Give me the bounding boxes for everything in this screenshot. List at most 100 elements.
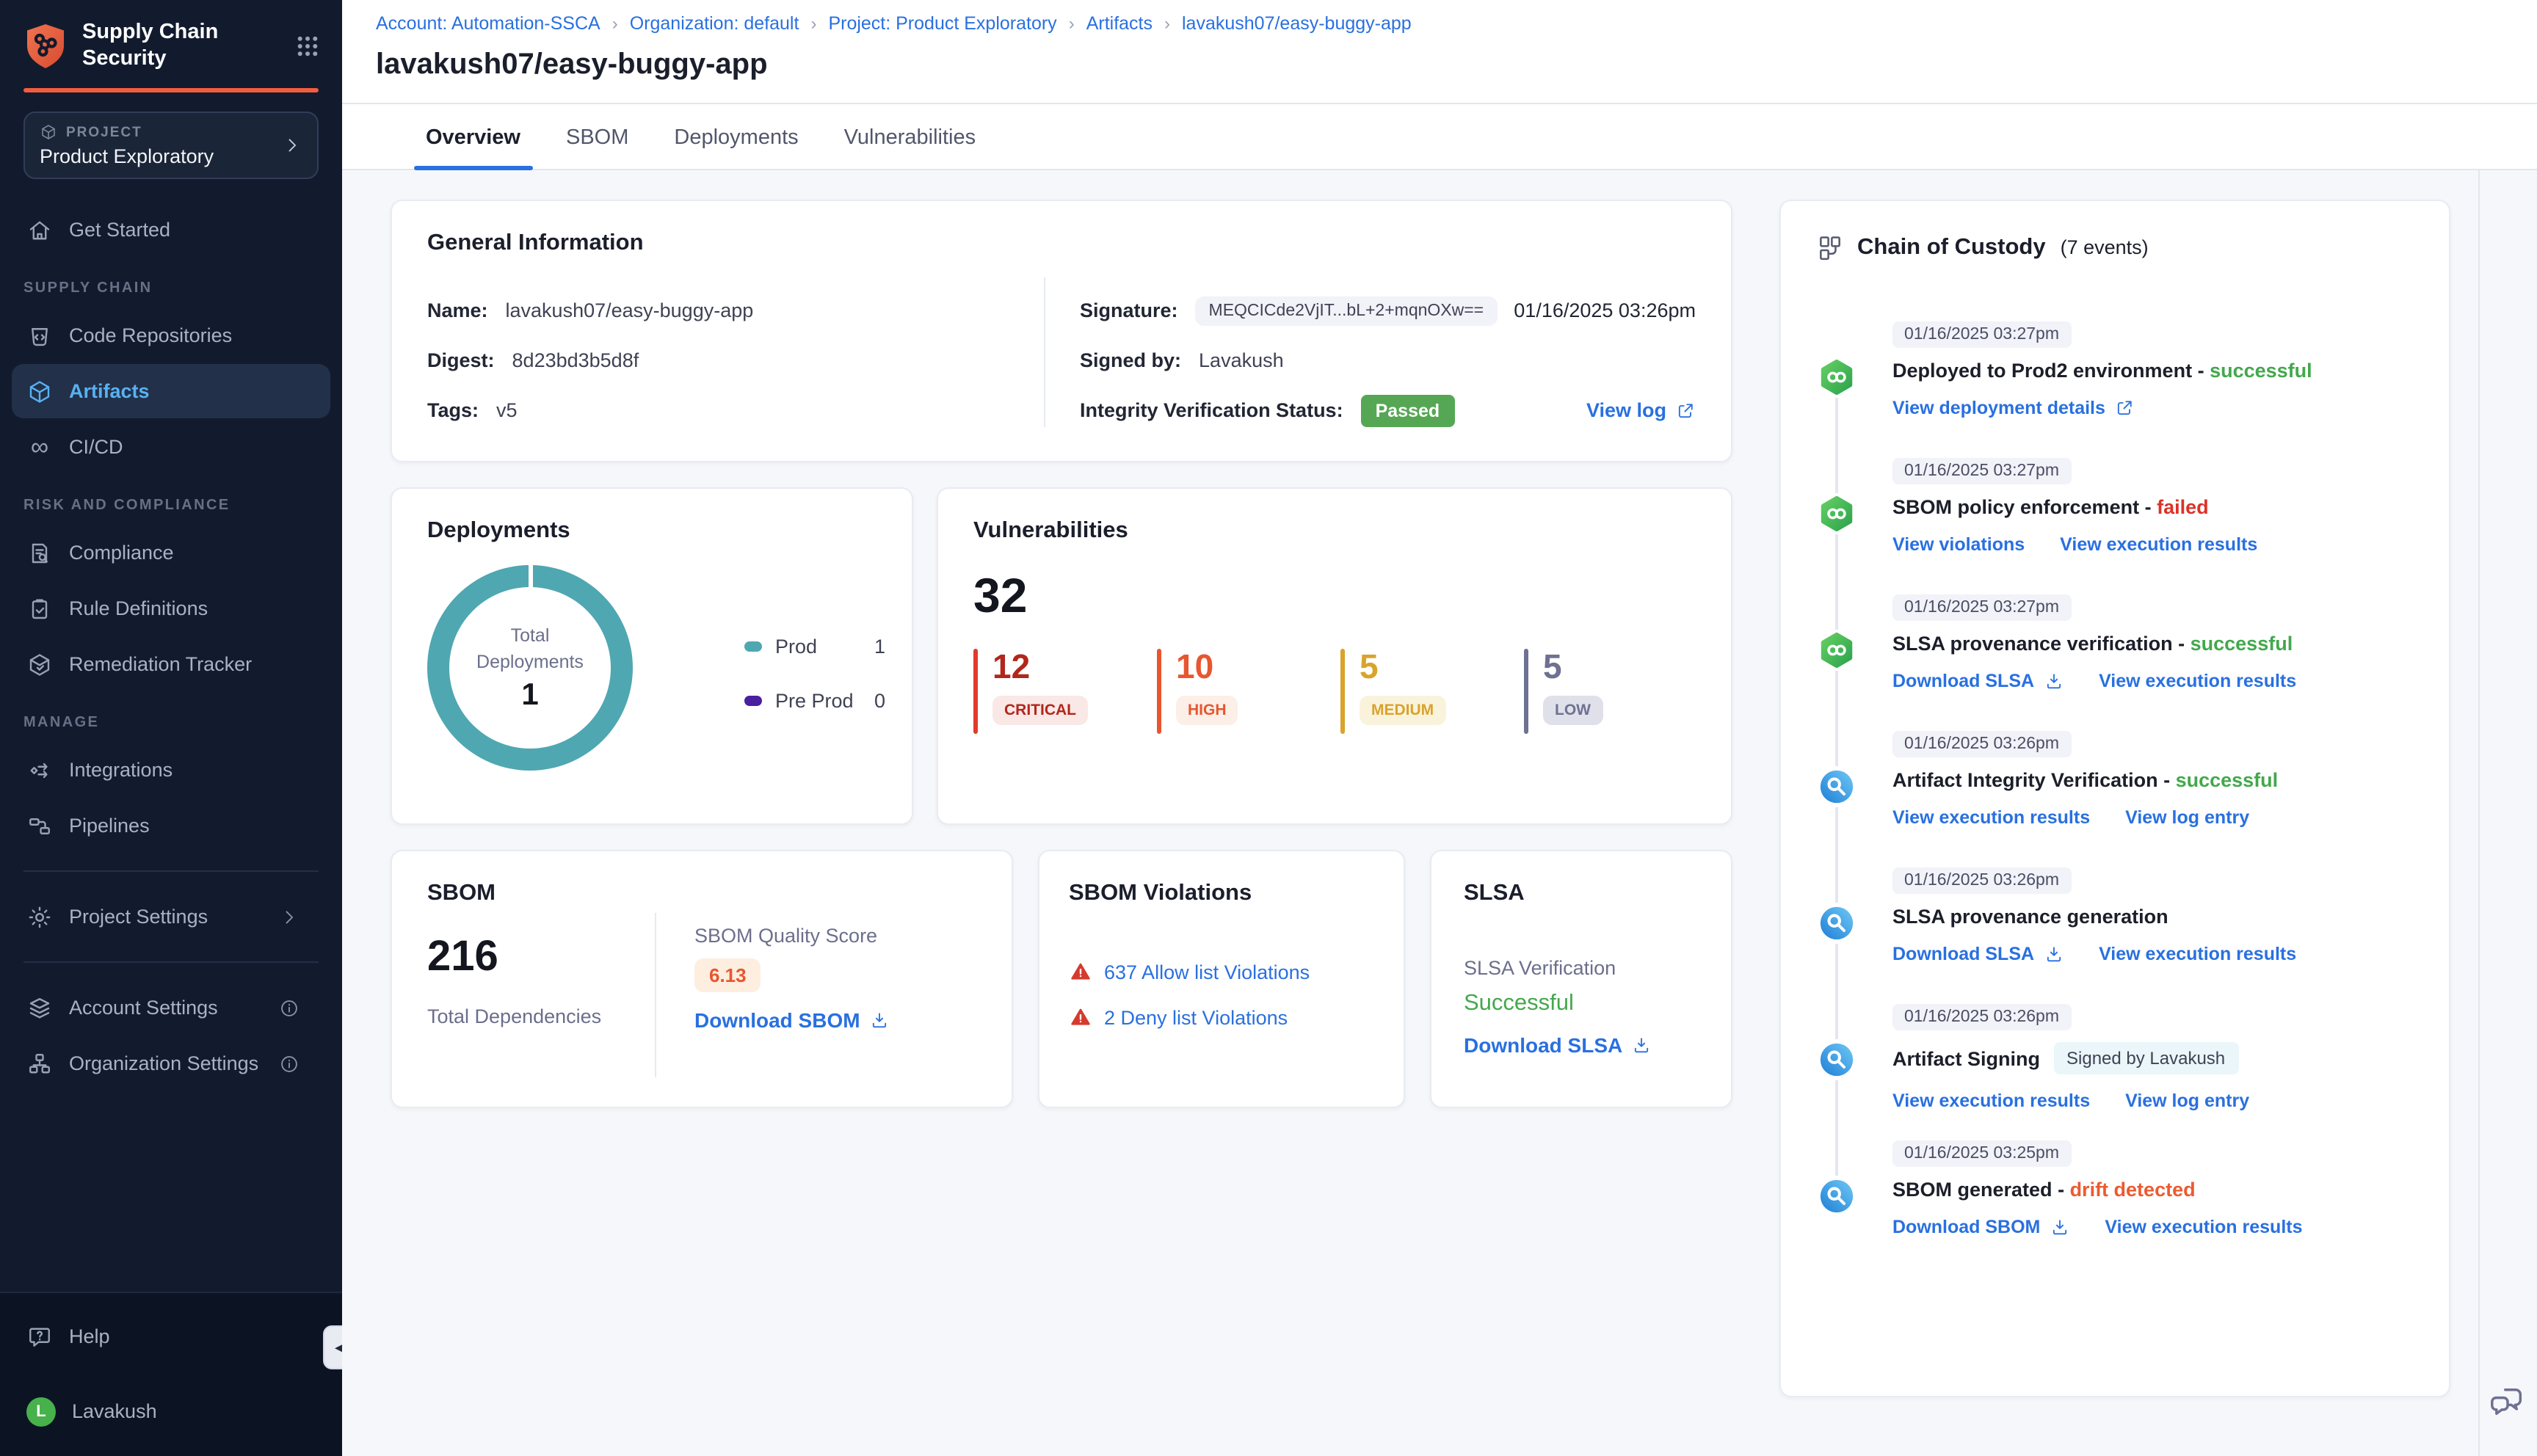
sidebar-item-help[interactable]: Help — [12, 1309, 330, 1364]
event-timestamp: 01/16/2025 03:25pm — [1892, 1140, 2072, 1167]
signed-by-chip: Signed by Lavakush — [2053, 1042, 2239, 1074]
event-title: SBOM policy enforcement — [1892, 496, 2140, 518]
gear-icon — [26, 904, 53, 931]
sidebar-item-code-repositories[interactable]: Code Repositories — [12, 309, 330, 363]
severity-bar — [1157, 649, 1161, 734]
user-menu[interactable]: L Lavakush — [12, 1384, 330, 1438]
breadcrumb-item-0[interactable]: Account: Automation-SSCA — [376, 13, 600, 34]
event-title: Artifact Integrity Verification — [1892, 769, 2158, 791]
sidebar-item-account-settings[interactable]: Account Settings — [12, 981, 330, 1035]
breadcrumb-item-1[interactable]: Organization: default — [630, 13, 799, 34]
cube-icon — [26, 379, 53, 405]
divider — [23, 961, 319, 964]
sidebar-item-rule-definitions[interactable]: Rule Definitions — [12, 582, 330, 636]
event-links: Download SBOM View execution results — [1892, 1217, 2414, 1237]
event-link-view-deployment-details[interactable]: View deployment details — [1892, 398, 2135, 418]
topbar: Account: Automation-SSCA › Organization: d… — [342, 0, 2537, 103]
download-icon — [1631, 1035, 1652, 1055]
signature-value[interactable]: MEQCICde2VjIT...bL+2+mqnOXw== — [1195, 296, 1498, 325]
event-timestamp: 01/16/2025 03:26pm — [1892, 867, 2072, 894]
event-title-row: SLSA provenance verification - successfu… — [1892, 633, 2293, 655]
event-link-view-log-entry[interactable]: View log entry — [2125, 1091, 2249, 1111]
donut-center-label: Total Deployments — [476, 625, 584, 672]
event-link-view-execution-results[interactable]: View execution results — [1892, 807, 2090, 828]
integrity-status-label: Integrity Verification Status: — [1080, 399, 1343, 421]
event-title-row: Artifact Signing Signed by Lavakush — [1892, 1042, 2414, 1074]
slsa-verification-status: Successful — [1464, 991, 1574, 1016]
info-icon — [279, 998, 300, 1019]
severity-high: 10 HIGH — [1157, 649, 1305, 734]
sidebar-item-artifacts[interactable]: Artifacts — [12, 364, 330, 419]
violation-link[interactable]: 2 Deny list Violations — [1104, 1006, 1288, 1028]
event-link-download-sbom[interactable]: Download SBOM — [1892, 1217, 2069, 1237]
violation-row: 637 Allow list Violations — [1069, 960, 1374, 983]
event-link-download-slsa[interactable]: Download SLSA — [1892, 671, 2064, 691]
project-selector[interactable]: PROJECT Product Exploratory — [23, 112, 319, 180]
download-slsa-link[interactable]: Download SLSA — [1464, 1033, 1652, 1057]
sidebar-item-get-started[interactable]: Get Started — [12, 203, 330, 258]
sidebar-item-project-settings[interactable]: Project Settings — [12, 890, 330, 944]
view-log-link[interactable]: View log — [1586, 399, 1696, 421]
download-icon — [869, 1010, 890, 1030]
tab-deployments[interactable]: Deployments — [671, 126, 801, 169]
tab-vulnerabilities[interactable]: Vulnerabilities — [841, 126, 979, 169]
sidebar-item-remediation-tracker[interactable]: Remediation Tracker — [12, 638, 330, 692]
tab-overview[interactable]: Overview — [414, 126, 531, 170]
sidebar-item-organization-settings[interactable]: Organization Settings — [12, 1037, 330, 1091]
sidebar-item-label: Get Started — [69, 219, 171, 241]
chevron-right-icon — [282, 136, 302, 156]
event-link-view-execution-results[interactable]: View execution results — [2099, 944, 2296, 964]
event-links: Download SLSA View execution results — [1892, 671, 2414, 691]
page-title: lavakush07/easy-buggy-app — [376, 48, 768, 81]
event-link-download-slsa[interactable]: Download SLSA — [1892, 944, 2064, 964]
sidebar-bottom: Help L Lavakush — [0, 1292, 342, 1456]
main-content: Account: Automation-SSCA › Organization: d… — [342, 0, 2537, 1456]
app-window: Supply Chain Security PROJECT Product Ex… — [0, 0, 2537, 1456]
sidebar-collapse-handle[interactable]: ◀ — [323, 1325, 342, 1369]
clipboard-icon — [26, 596, 53, 622]
tags-label: Tags: — [427, 399, 479, 421]
slsa-verification-label: SLSA Verification — [1464, 957, 1616, 979]
severity-count: 5 — [1543, 647, 1562, 685]
support-chat-icon[interactable] — [2489, 1383, 2527, 1421]
sidebar-item-label: Remediation Tracker — [69, 653, 253, 676]
vulnerabilities-total: 32 — [973, 568, 1028, 622]
digest-label: Digest: — [427, 349, 495, 371]
sidebar-item-pipelines[interactable]: Pipelines — [12, 799, 330, 853]
event-timestamp: 01/16/2025 03:26pm — [1892, 731, 2072, 757]
sidebar-item-ci-cd[interactable]: ∞ CI/CD — [12, 421, 330, 475]
event-link-view-execution-results[interactable]: View execution results — [2105, 1217, 2302, 1237]
sidebar-nav: Get Started SUPPLY CHAIN Code Repositories… — [0, 203, 342, 1091]
sbom-card: SBOM 216 Total Dependencies SBOM Quality… — [391, 850, 1013, 1108]
download-sbom-link[interactable]: Download SBOM — [694, 1008, 890, 1032]
module-switcher-icon[interactable] — [294, 32, 322, 59]
breadcrumb-separator: › — [1068, 13, 1075, 34]
tab-sbom[interactable]: SBOM — [563, 126, 631, 169]
breadcrumb-item-4[interactable]: lavakush07/easy-buggy-app — [1182, 13, 1412, 34]
event-link-view-violations[interactable]: View violations — [1892, 534, 2025, 555]
sidebar-item-integrations[interactable]: Integrations — [12, 743, 330, 798]
event-title: Artifact Signing — [1892, 1047, 2040, 1069]
sidebar-item-label: Artifacts — [69, 380, 150, 403]
breadcrumb-item-2[interactable]: Project: Product Exploratory — [828, 13, 1056, 34]
card-title: SLSA — [1464, 881, 1525, 906]
custody-event-3: 01/16/2025 03:27pm SLSA provenance verifi… — [1816, 593, 2414, 702]
event-link-view-execution-results[interactable]: View execution results — [2099, 671, 2296, 691]
event-link-view-log-entry[interactable]: View log entry — [2125, 807, 2249, 828]
breadcrumb-separator: › — [810, 13, 817, 34]
sidebar-item-compliance[interactable]: Compliance — [12, 526, 330, 580]
download-icon — [2049, 1217, 2069, 1237]
legend-item-pre-prod[interactable]: Pre Prod 0 — [744, 690, 885, 712]
module-title: Supply Chain Security — [82, 21, 219, 71]
violation-link[interactable]: 637 Allow list Violations — [1104, 961, 1310, 983]
legend-item-prod[interactable]: Prod 1 — [744, 636, 885, 658]
doc-search-icon — [26, 540, 53, 567]
event-link-view-execution-results[interactable]: View execution results — [1892, 1091, 2090, 1111]
event-timestamp: 01/16/2025 03:27pm — [1892, 321, 2072, 348]
custody-event-1: 01/16/2025 03:27pm Deployed to Prod2 envi… — [1816, 320, 2414, 429]
cd-module-icon — [1816, 630, 1857, 671]
general-information-card: General Information Name: lavakush07/eas… — [391, 200, 1732, 462]
breadcrumb-item-3[interactable]: Artifacts — [1086, 13, 1153, 34]
overview-cards: General Information Name: lavakush07/eas… — [391, 200, 1732, 1108]
event-link-view-execution-results[interactable]: View execution results — [2060, 534, 2257, 555]
